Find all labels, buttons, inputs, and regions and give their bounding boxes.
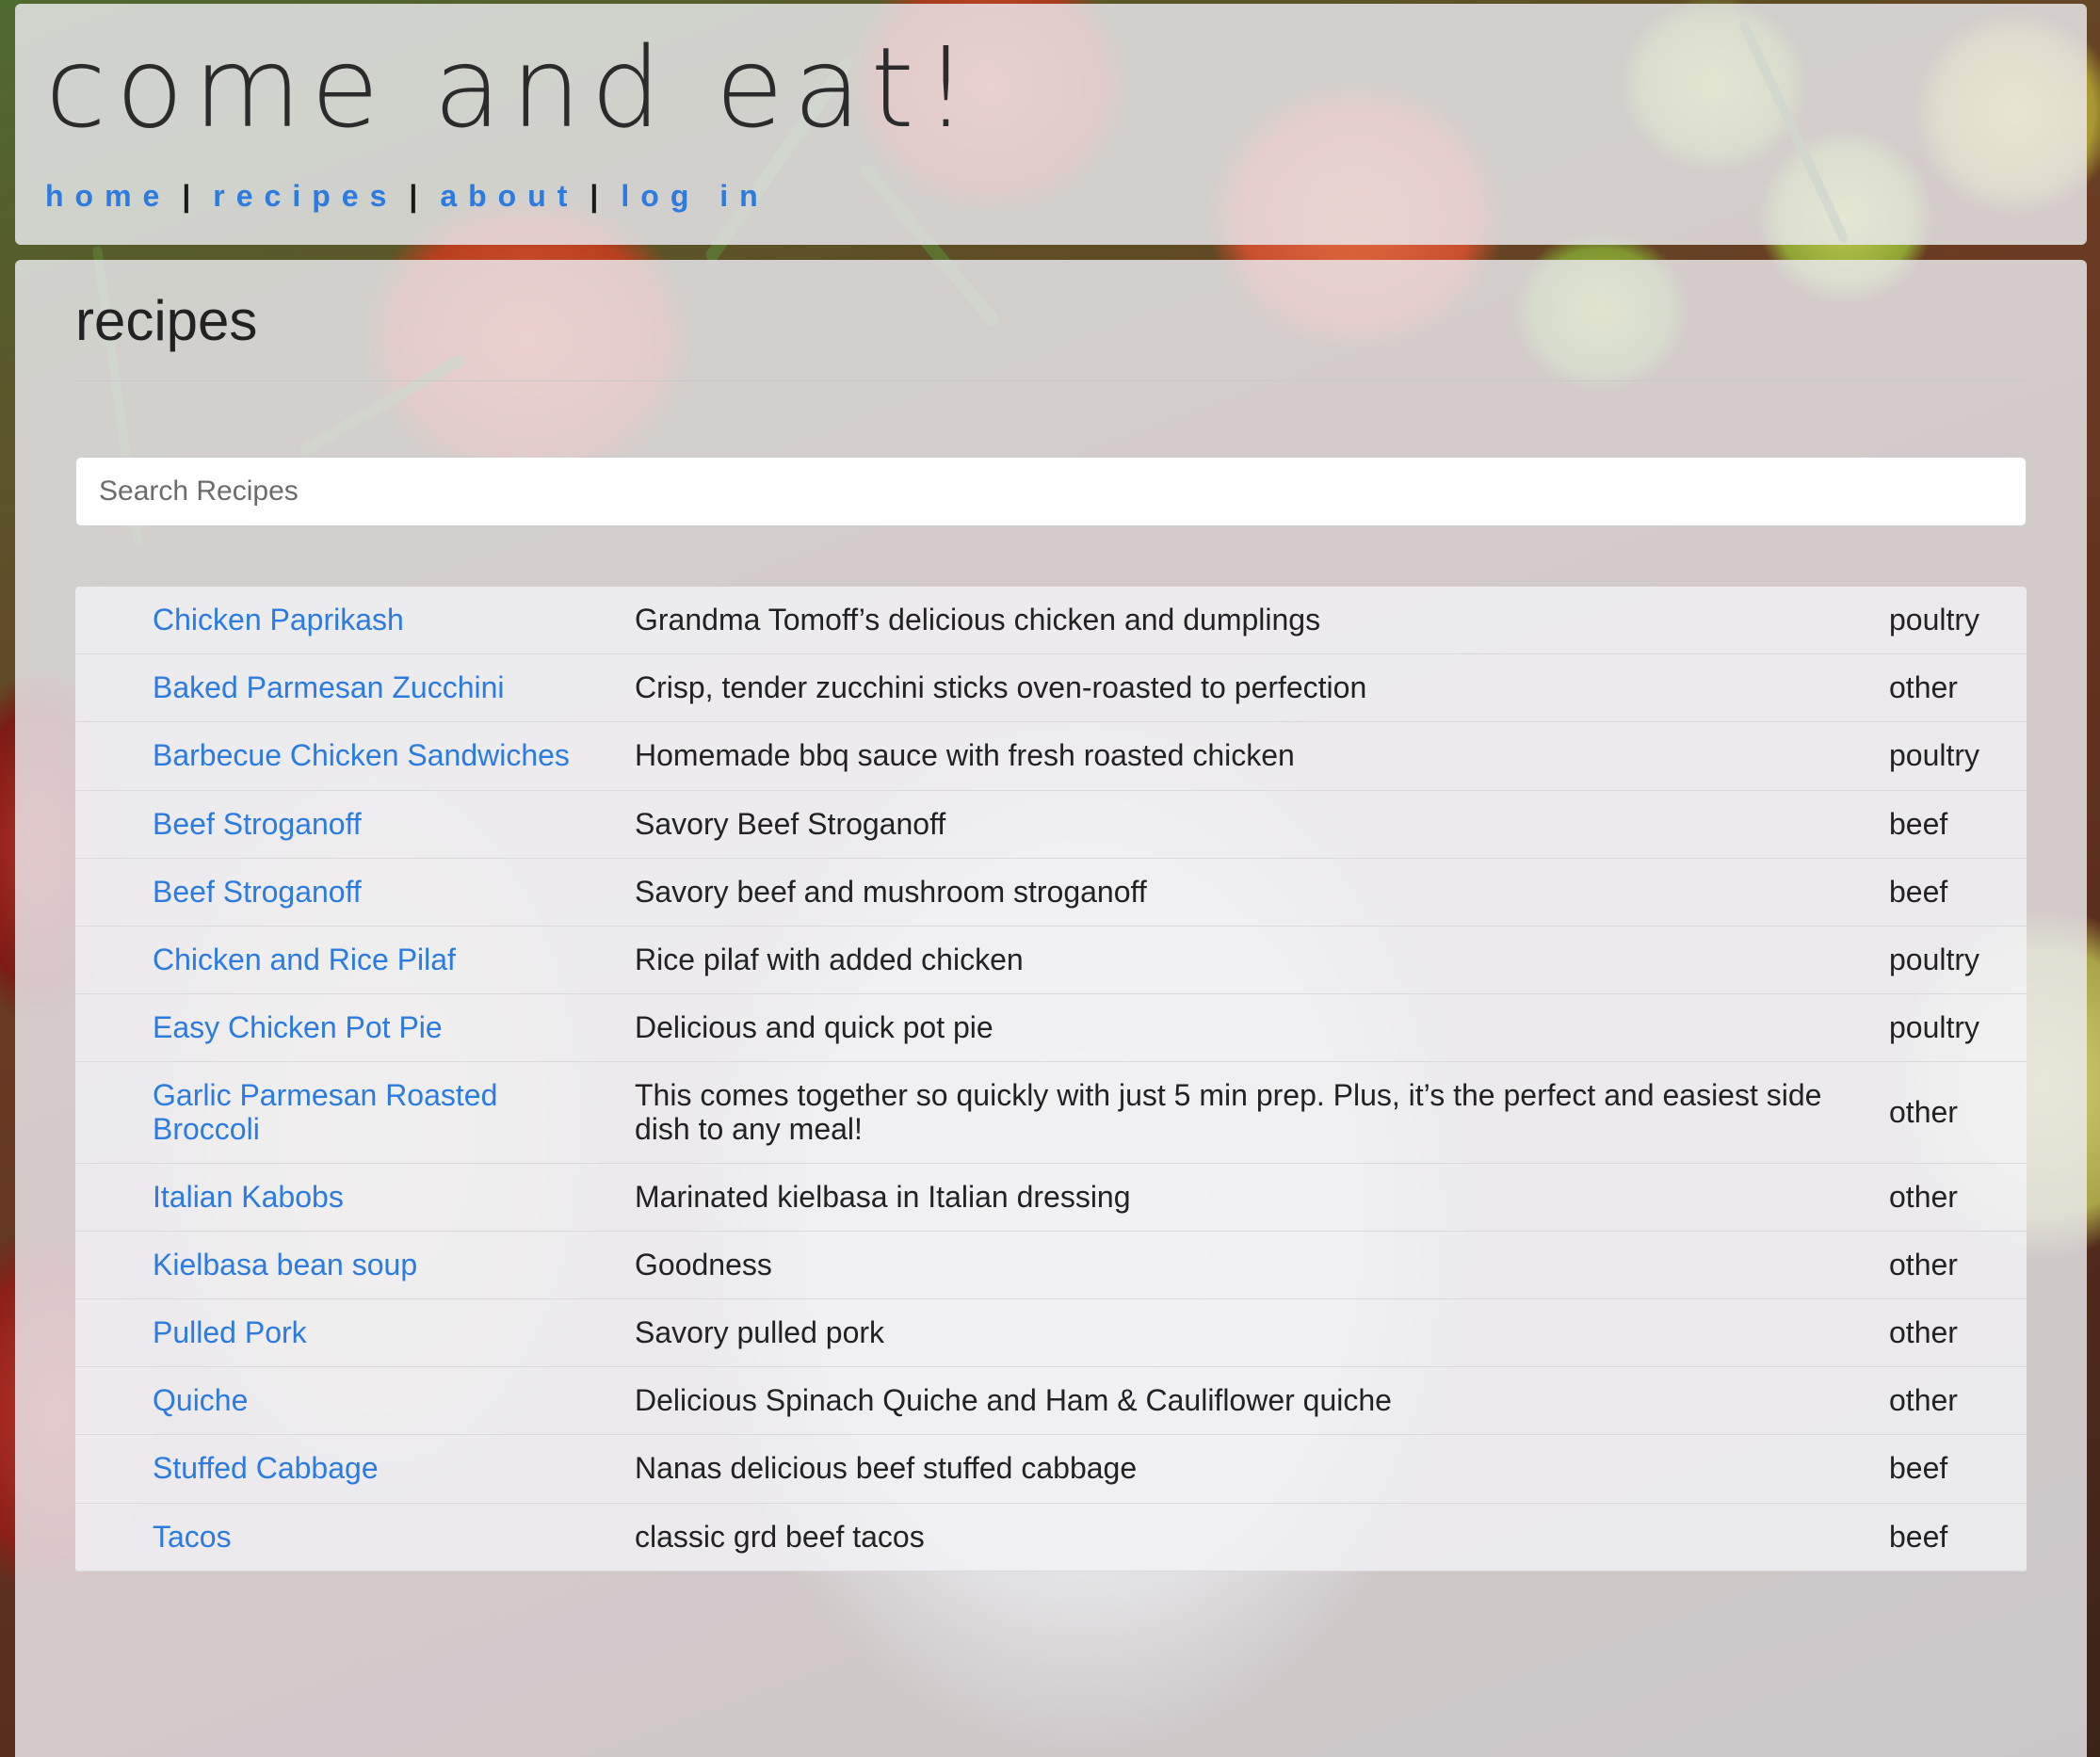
table-row: Italian Kabobs Marinated kielbasa in Ital… <box>75 1163 2027 1232</box>
recipe-link[interactable]: Tacos <box>153 1520 232 1554</box>
table-row: Kielbasa bean soup Goodness other <box>75 1231 2027 1300</box>
recipe-description: Delicious Spinach Quiche and Ham & Cauli… <box>614 1366 1889 1436</box>
recipe-description: This comes together so quickly with just… <box>614 1061 1889 1164</box>
recipe-name-cell: Tacos <box>75 1503 614 1572</box>
recipe-name-cell: Quiche <box>75 1366 614 1436</box>
nav-recipes-link[interactable]: recipes <box>213 179 397 213</box>
table-row: Beef Stroganoff Savory Beef Stroganoff bee… <box>75 790 2027 859</box>
recipe-description: Rice pilaf with added chicken <box>614 926 1889 995</box>
recipe-name-cell: Chicken and Rice Pilaf <box>75 926 614 995</box>
recipe-name-cell: Garlic Parmesan Roasted Broccoli <box>75 1061 614 1164</box>
page-title: recipes <box>75 289 258 352</box>
nav-separator: | <box>409 179 429 213</box>
recipe-category: poultry <box>1889 587 2027 655</box>
recipe-description: Nanas delicious beef stuffed cabbage <box>614 1434 1889 1504</box>
recipe-link[interactable]: Beef Stroganoff <box>153 807 362 841</box>
table-row: Beef Stroganoff Savory beef and mushroom … <box>75 858 2027 927</box>
table-row: Stuffed Cabbage Nanas delicious beef stuf… <box>75 1434 2027 1504</box>
recipe-description: Savory Beef Stroganoff <box>614 790 1889 859</box>
recipe-link[interactable]: Beef Stroganoff <box>153 875 362 909</box>
recipe-name-cell: Easy Chicken Pot Pie <box>75 993 614 1063</box>
recipe-category: other <box>1889 1298 2027 1368</box>
recipe-category: beef <box>1889 1434 2027 1504</box>
recipe-link[interactable]: Chicken and Rice Pilaf <box>153 943 456 976</box>
recipe-name-cell: Italian Kabobs <box>75 1163 614 1232</box>
recipe-description: Savory beef and mushroom stroganoff <box>614 858 1889 927</box>
recipe-description: Savory pulled pork <box>614 1298 1889 1368</box>
nav-separator: | <box>590 179 610 213</box>
nav-home-link[interactable]: home <box>45 179 170 213</box>
recipe-description: Homemade bbq sauce with fresh roasted ch… <box>614 721 1889 791</box>
recipe-link[interactable]: Baked Parmesan Zucchini <box>153 670 505 704</box>
recipe-link[interactable]: Garlic Parmesan Roasted Broccoli <box>153 1078 497 1145</box>
recipe-link[interactable]: Kielbasa bean soup <box>153 1248 417 1281</box>
table-row: Tacos classic grd beef tacos beef <box>75 1503 2027 1572</box>
nav-separator: | <box>182 179 202 213</box>
recipe-link[interactable]: Pulled Pork <box>153 1315 307 1349</box>
recipe-link[interactable]: Quiche <box>153 1383 248 1417</box>
table-row: Easy Chicken Pot Pie Delicious and quick … <box>75 993 2027 1063</box>
recipe-category: poultry <box>1889 721 2027 791</box>
recipe-link[interactable]: Italian Kabobs <box>153 1180 344 1214</box>
recipe-name-cell: Chicken Paprikash <box>75 587 614 655</box>
recipe-description: Crisp, tender zucchini sticks oven-roast… <box>614 653 1889 723</box>
recipe-name-cell: Kielbasa bean soup <box>75 1231 614 1300</box>
recipe-category: poultry <box>1889 926 2027 995</box>
recipe-category: other <box>1889 653 2027 723</box>
table-row: Garlic Parmesan Roasted Broccoli This com… <box>75 1061 2027 1164</box>
site-title: come and eat! <box>45 23 978 153</box>
table-row: Pulled Pork Savory pulled pork other <box>75 1298 2027 1368</box>
recipe-category: other <box>1889 1231 2027 1300</box>
recipe-description: Goodness <box>614 1231 1889 1300</box>
search-input[interactable] <box>75 457 2027 526</box>
recipe-name-cell: Baked Parmesan Zucchini <box>75 653 614 723</box>
table-row: Quiche Delicious Spinach Quiche and Ham &… <box>75 1366 2027 1436</box>
recipe-category: other <box>1889 1163 2027 1232</box>
recipe-link[interactable]: Easy Chicken Pot Pie <box>153 1010 443 1044</box>
recipe-name-cell: Pulled Pork <box>75 1298 614 1368</box>
table-row: Chicken Paprikash Grandma Tomoff’s delici… <box>75 587 2027 655</box>
table-row: Baked Parmesan Zucchini Crisp, tender zuc… <box>75 653 2027 723</box>
recipe-link[interactable]: Stuffed Cabbage <box>153 1451 379 1485</box>
recipe-category: beef <box>1889 858 2027 927</box>
recipe-category: beef <box>1889 1503 2027 1572</box>
recipe-category: other <box>1889 1061 2027 1164</box>
table-row: Chicken and Rice Pilaf Rice pilaf with ad… <box>75 926 2027 995</box>
site-header: come and eat! home | recipes | about | log in <box>15 4 2087 245</box>
recipe-description: Grandma Tomoff’s delicious chicken and d… <box>614 587 1889 655</box>
recipe-name-cell: Beef Stroganoff <box>75 790 614 859</box>
recipe-description: Marinated kielbasa in Italian dressing <box>614 1163 1889 1232</box>
recipe-link[interactable]: Chicken Paprikash <box>153 603 404 637</box>
recipe-name-cell: Stuffed Cabbage <box>75 1434 614 1504</box>
recipe-category: beef <box>1889 790 2027 859</box>
nav-about-link[interactable]: about <box>440 179 578 213</box>
recipe-category: poultry <box>1889 993 2027 1063</box>
recipe-description: Delicious and quick pot pie <box>614 993 1889 1063</box>
nav-login-link[interactable]: log in <box>621 179 768 213</box>
recipe-name-cell: Beef Stroganoff <box>75 858 614 927</box>
recipe-description: classic grd beef tacos <box>614 1503 1889 1572</box>
recipe-name-cell: Barbecue Chicken Sandwiches <box>75 721 614 791</box>
title-divider <box>75 380 2027 381</box>
table-row: Barbecue Chicken Sandwiches Homemade bbq … <box>75 721 2027 791</box>
main-nav: home | recipes | about | log in <box>45 179 2057 214</box>
recipes-table: Chicken Paprikash Grandma Tomoff’s delici… <box>75 587 2027 1572</box>
recipe-category: other <box>1889 1366 2027 1436</box>
recipe-link[interactable]: Barbecue Chicken Sandwiches <box>153 738 570 772</box>
main-content: recipes Chicken Paprikash Grandma Tomoff’… <box>15 260 2087 1757</box>
